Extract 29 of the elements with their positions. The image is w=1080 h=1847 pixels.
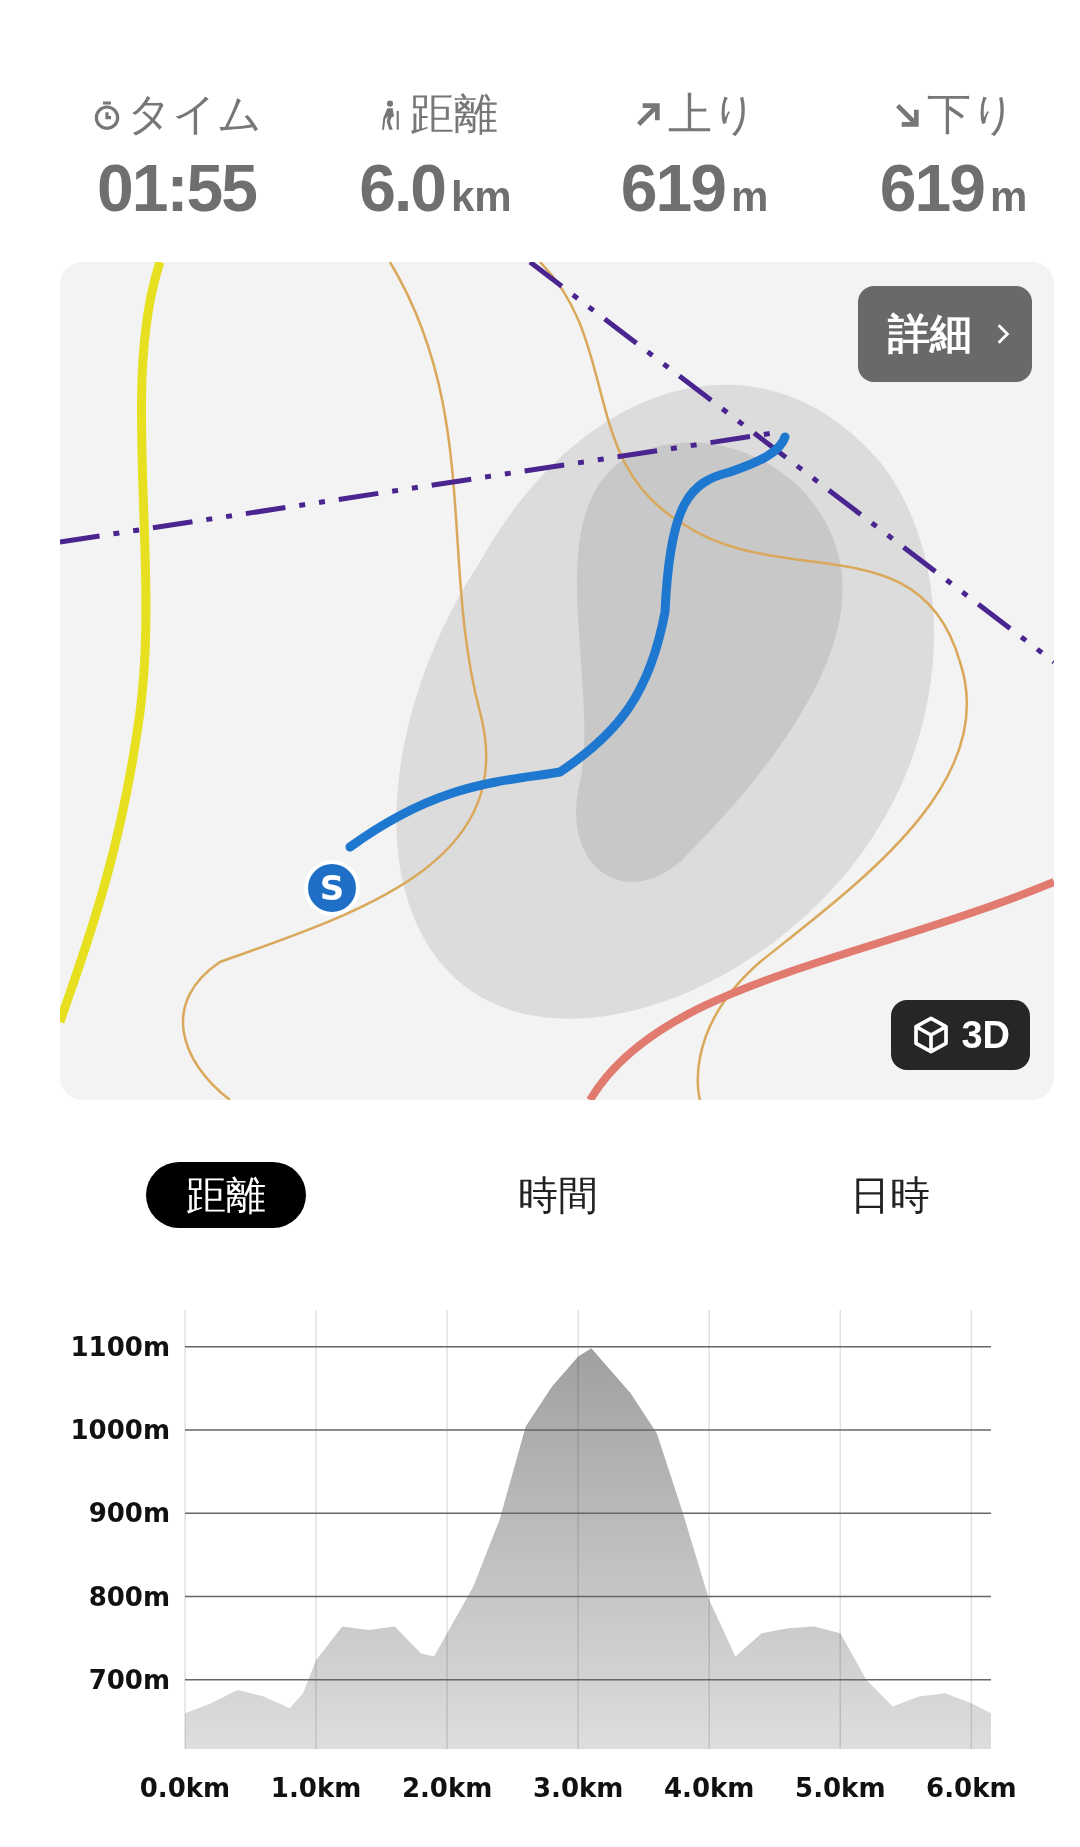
y-axis-label: 700m (88, 1664, 170, 1695)
y-axis-label: 800m (88, 1581, 170, 1612)
stat-value: 6.0 (359, 150, 445, 226)
y-axis-label: 1000m (70, 1414, 170, 1445)
details-button[interactable]: 詳細 (858, 286, 1032, 382)
y-axis-label: 1100m (70, 1331, 170, 1362)
y-axis-label: 900m (88, 1498, 170, 1529)
x-axis-label: 4.0km (664, 1773, 755, 1803)
stat-label: タイム (127, 87, 262, 141)
x-axis-label: 2.0km (401, 1773, 493, 1803)
stat-label: 距離 (409, 87, 498, 141)
x-axis-label: 3.0km (532, 1773, 624, 1803)
x-axis-label: 0.0km (139, 1773, 231, 1803)
stat-label: 上り (668, 87, 757, 141)
chevron-right-icon (996, 323, 1010, 345)
tab[interactable]: 日時 (810, 1162, 970, 1228)
stat-label: 下り (927, 87, 1016, 141)
tab[interactable]: 時間 (478, 1162, 638, 1228)
stat-unit: km (451, 173, 512, 221)
tab[interactable]: 距離 (146, 1162, 306, 1228)
stat-unit: m (989, 173, 1028, 221)
stat-unit: m (730, 173, 769, 221)
x-axis-label: 6.0km (926, 1773, 1017, 1803)
x-axis-label: 5.0km (795, 1773, 886, 1803)
x-axis-label: 1.0km (270, 1773, 362, 1803)
stat-value: 01:55 (97, 150, 256, 226)
view-3d-button[interactable]: 3D (891, 1000, 1030, 1070)
stat-value: 619 (879, 150, 984, 226)
stat-value: 619 (620, 150, 725, 226)
